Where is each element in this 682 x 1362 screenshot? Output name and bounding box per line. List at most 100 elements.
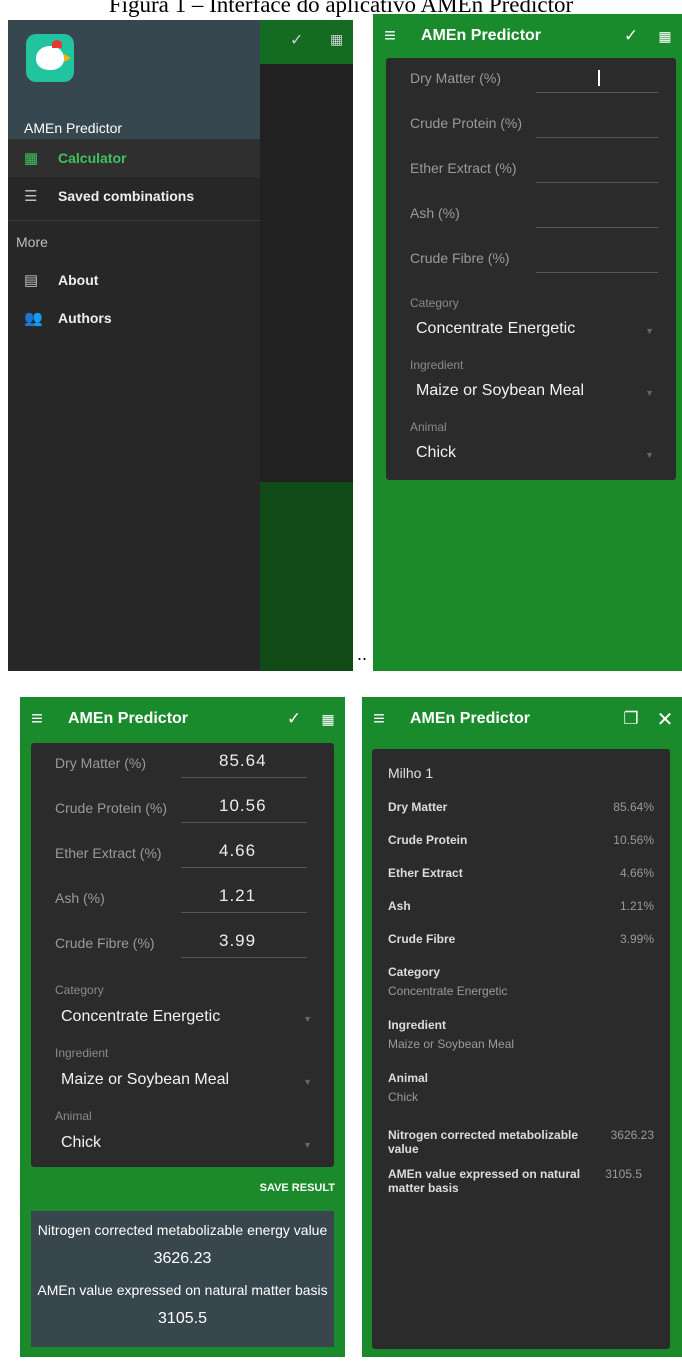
ash-field[interactable]: Ash (%) xyxy=(386,193,676,237)
app-logo xyxy=(26,34,74,82)
ingredient-label: Ingredient xyxy=(55,1046,109,1060)
natural-result-value: 3105.5 xyxy=(158,1310,207,1327)
animal-select[interactable]: Chick xyxy=(416,444,456,462)
dropdown-icon: ▼ xyxy=(303,1077,312,1087)
dropdown-icon: ▼ xyxy=(645,388,654,398)
animal-label: Animal xyxy=(410,420,447,434)
detail-value: 4.66% xyxy=(619,866,654,880)
nitrogen-value: 3626.23 xyxy=(610,1128,654,1142)
calculator-icon: ▦ xyxy=(24,150,39,167)
drawer-item-calculator[interactable]: ▦ Calculator xyxy=(8,139,260,177)
animal-label: Animal xyxy=(55,1109,92,1123)
panel-saved-detail: ≡ AMEn Predictor ❐ ✕ Milho 1 Dry Matter … xyxy=(362,697,682,1357)
animal-value: Chick xyxy=(388,1090,419,1104)
app-title: AMEn Predictor xyxy=(421,27,542,44)
natural-label: AMEn value expressed on natural matter b… xyxy=(388,1167,581,1195)
results-panel: Nitrogen corrected metabolizable energy … xyxy=(31,1211,334,1347)
dry-matter-value: 85.64 xyxy=(219,751,267,770)
dry-matter-field[interactable]: Dry Matter (%) 85.64 xyxy=(31,743,334,787)
list-icon: ☰ xyxy=(24,188,38,205)
dry-matter-field[interactable]: Dry Matter (%) xyxy=(386,58,676,102)
crude-fibre-value: 3.99 xyxy=(219,931,257,950)
dropdown-icon: ▼ xyxy=(645,450,654,460)
drawer-app-name: AMEn Predictor xyxy=(24,120,123,136)
detail-value: 3.99% xyxy=(619,932,654,946)
ash-value: 1.21 xyxy=(219,886,257,905)
caption-dots: .. xyxy=(357,644,368,664)
ingredient-label: Ingredient xyxy=(410,358,464,372)
detail-label: Ether Extract xyxy=(388,866,463,880)
panel-filled-form: ≡ AMEn Predictor ✓ ▦ Dry Matter (%) 85.6… xyxy=(20,697,345,1357)
crude-protein-field[interactable]: Crude Protein (%) 10.56 xyxy=(31,788,334,832)
drawer-item-about[interactable]: ▤ About xyxy=(8,261,260,299)
ether-extract-field[interactable]: Ether Extract (%) 4.66 xyxy=(31,833,334,877)
detail-label: Ash xyxy=(388,899,411,913)
detail-value: 10.56% xyxy=(613,833,654,847)
category-select[interactable]: Concentrate Energetic xyxy=(61,1008,220,1026)
drawer-header: AMEn Predictor xyxy=(8,20,260,147)
broom-icon: ✓ xyxy=(290,32,304,49)
detail-card: Milho 1 Dry Matter 85.64% Crude Protein … xyxy=(372,749,670,1349)
detail-value: 85.64% xyxy=(613,800,654,814)
close-icon[interactable]: ✕ xyxy=(648,707,682,732)
menu-icon[interactable]: ≡ xyxy=(373,25,407,48)
broom-icon[interactable]: ✓ xyxy=(277,709,311,729)
nitrogen-result-value: 3626.23 xyxy=(153,1250,212,1267)
app-bar: ≡ AMEn Predictor ✓ ▦ xyxy=(373,14,682,58)
app-bar: ≡ AMEn Predictor ❐ ✕ xyxy=(362,697,682,741)
drawer-item-saved-combinations[interactable]: ☰ Saved combinations xyxy=(8,177,260,215)
dropdown-icon: ▼ xyxy=(303,1140,312,1150)
app-title: AMEn Predictor xyxy=(68,710,189,727)
ingredient-select[interactable]: Maize or Soybean Meal xyxy=(416,382,584,400)
category-label: Category xyxy=(55,983,104,997)
combination-name: Milho 1 xyxy=(388,765,434,781)
drawer-item-authors[interactable]: 👥 Authors xyxy=(8,299,260,337)
app-bar: ≡ AMEn Predictor ✓ ▦ xyxy=(20,697,345,741)
input-card: Dry Matter (%) Crude Protein (%) Ether E… xyxy=(386,58,676,480)
ingredient-label: Ingredient xyxy=(388,1018,447,1032)
category-select[interactable]: Concentrate Energetic xyxy=(416,320,575,338)
app-title: AMEn Predictor xyxy=(410,710,531,727)
ingredient-value: Maize or Soybean Meal xyxy=(388,1037,515,1051)
drawer-section-more: More xyxy=(16,234,48,250)
detail-label: Crude Fibre xyxy=(388,932,456,946)
chick-icon xyxy=(36,46,64,70)
navigation-drawer: AMEn Predictor ▦ Calculator ☰ Saved comb… xyxy=(8,20,260,671)
category-label: Category xyxy=(410,296,459,310)
input-card: Dry Matter (%) 85.64 Crude Protein (%) 1… xyxy=(31,743,334,1167)
ether-extract-field[interactable]: Ether Extract (%) xyxy=(386,148,676,192)
panel-empty-form: ≡ AMEn Predictor ✓ ▦ Dry Matter (%) Crud… xyxy=(373,14,682,671)
clipboard-icon: ▤ xyxy=(24,272,39,289)
crude-fibre-field[interactable]: Crude Fibre (%) xyxy=(386,238,676,282)
ether-extract-value: 4.66 xyxy=(219,841,257,860)
calculator-icon[interactable]: ▦ xyxy=(648,28,682,45)
broom-icon[interactable]: ✓ xyxy=(614,26,648,46)
drawer-divider xyxy=(8,220,260,221)
crude-protein-field[interactable]: Crude Protein (%) xyxy=(386,103,676,147)
copy-icon[interactable]: ❐ xyxy=(614,709,648,729)
natural-value: 3105.5 xyxy=(605,1167,642,1181)
category-value: Concentrate Energetic xyxy=(388,984,508,998)
detail-label: Crude Protein xyxy=(388,833,468,847)
crude-fibre-field[interactable]: Crude Fibre (%) 3.99 xyxy=(31,923,334,967)
crude-protein-value: 10.56 xyxy=(219,796,267,815)
animal-select[interactable]: Chick xyxy=(61,1134,101,1152)
category-label: Category xyxy=(388,965,441,979)
panel-drawer: ✓ ▦ AMEn Predictor ▦ Calculator ☰ Saved … xyxy=(8,20,353,671)
ash-field[interactable]: Ash (%) 1.21 xyxy=(31,878,334,922)
calculator-icon[interactable]: ▦ xyxy=(311,711,345,728)
text-cursor xyxy=(598,70,600,86)
animal-label: Animal xyxy=(388,1071,429,1085)
nitrogen-label: Nitrogen corrected metabolizable value xyxy=(388,1128,579,1156)
menu-icon[interactable]: ≡ xyxy=(362,708,396,731)
detail-label: Dry Matter xyxy=(388,800,448,814)
dropdown-icon: ▼ xyxy=(645,326,654,336)
menu-icon[interactable]: ≡ xyxy=(20,708,54,731)
natural-result-title: AMEn value expressed on natural matter b… xyxy=(37,1282,328,1298)
dropdown-icon: ▼ xyxy=(303,1014,312,1024)
detail-value: 1.21% xyxy=(619,899,654,913)
people-icon: 👥 xyxy=(24,310,43,327)
save-result-button[interactable]: SAVE RESULT xyxy=(260,1182,335,1194)
ingredient-select[interactable]: Maize or Soybean Meal xyxy=(61,1071,229,1089)
nitrogen-result-title: Nitrogen corrected metabolizable energy … xyxy=(37,1222,328,1238)
